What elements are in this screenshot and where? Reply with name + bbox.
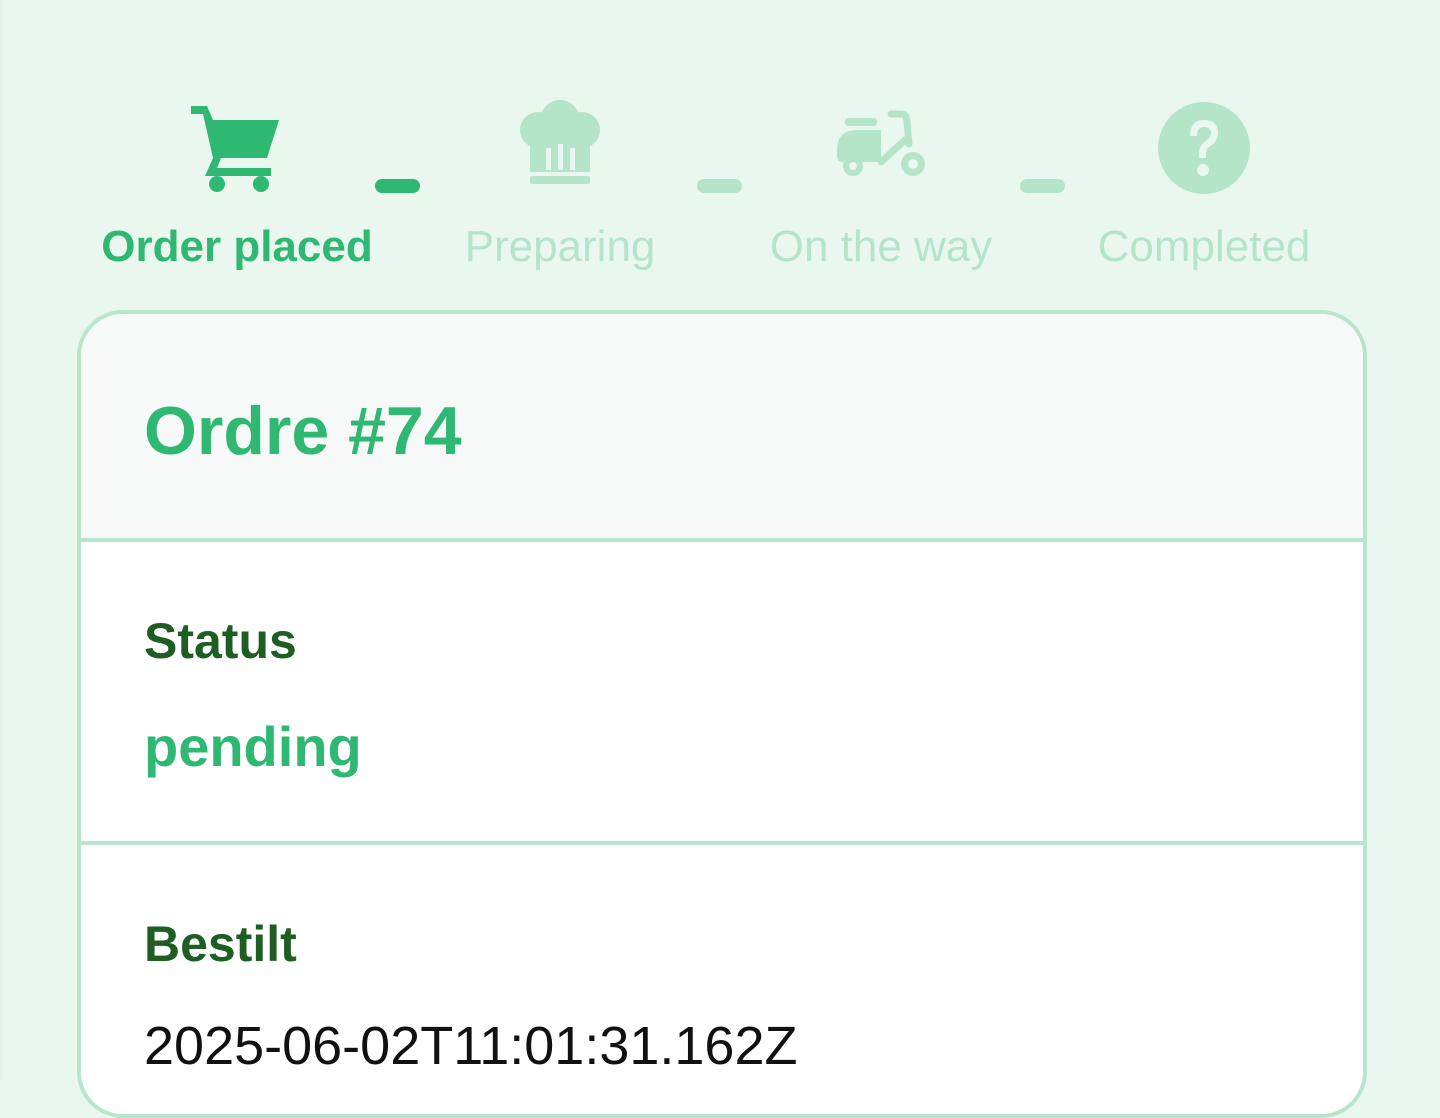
question-circle-icon xyxy=(1158,102,1250,194)
order-card: Ordre #74 Status pending Bestilt 2025-06… xyxy=(77,310,1367,1118)
ordered-label: Bestilt xyxy=(144,916,297,972)
chef-hat-icon xyxy=(520,100,600,184)
order-date-section: Bestilt 2025-06-02T11:01:31.162Z xyxy=(81,845,1363,1114)
status-label: Status xyxy=(144,613,297,669)
order-status-section: Status pending xyxy=(81,542,1363,845)
order-card-header: Ordre #74 xyxy=(81,314,1363,542)
ordered-timestamp: 2025-06-02T11:01:31.162Z xyxy=(144,1016,798,1076)
step-label: Preparing xyxy=(464,222,656,271)
status-value: pending xyxy=(144,715,362,778)
step-connector-2 xyxy=(697,179,742,193)
step-label: Order placed xyxy=(101,222,373,271)
step-label: Completed xyxy=(1097,222,1311,271)
cart-icon xyxy=(191,106,279,192)
scooter-icon xyxy=(837,110,925,176)
step-connector-1 xyxy=(375,179,420,193)
order-progress-stepper: Order placed Preparing On the way Comple… xyxy=(0,0,1440,300)
order-title: Ordre #74 xyxy=(144,393,462,469)
step-label: On the way xyxy=(769,222,993,271)
step-connector-3 xyxy=(1020,179,1065,193)
